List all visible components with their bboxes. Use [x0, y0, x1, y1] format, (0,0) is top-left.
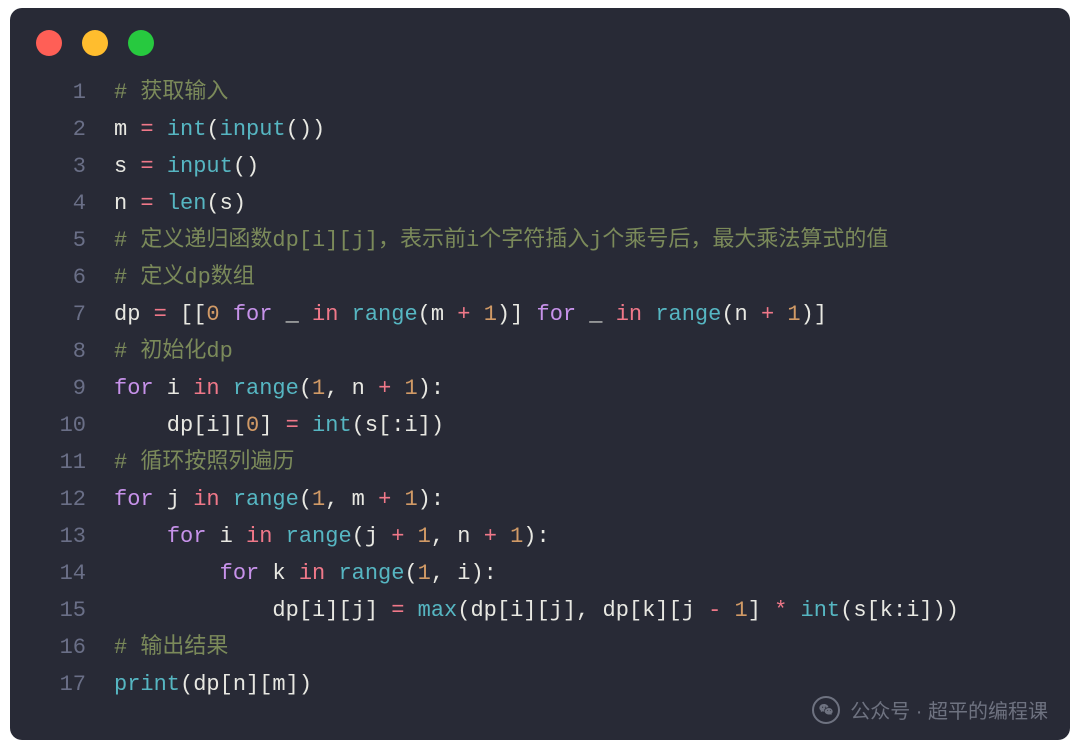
code-line: 13 for i in range(j + 1, n + 1): [38, 518, 1044, 555]
code-content: dp[i][0] = int(s[:i]) [114, 407, 1044, 444]
line-number: 10 [38, 407, 86, 444]
code-line: 1 # 获取输入 [38, 74, 1044, 111]
code-line: 15 dp[i][j] = max(dp[i][j], dp[k][j - 1]… [38, 592, 1044, 629]
watermark: 公众号 · 超平的编程课 [812, 695, 1048, 724]
window-titlebar [10, 8, 1070, 74]
code-line: 11 # 循环按照列遍历 [38, 444, 1044, 481]
code-line: 2 m = int(input()) [38, 111, 1044, 148]
code-content: n = len(s) [114, 185, 1044, 222]
line-number: 5 [38, 222, 86, 259]
code-content: for k in range(1, i): [114, 555, 1044, 592]
watermark-label: 公众号 · 超平的编程课 [850, 695, 1048, 724]
code-window: 1 # 获取输入 2 m = int(input()) 3 s = input() 4 n =… [10, 8, 1070, 740]
code-content: # 输出结果 [114, 629, 1044, 666]
line-number: 7 [38, 296, 86, 333]
minimize-icon[interactable] [82, 30, 108, 56]
code-content: # 定义dp数组 [114, 259, 1044, 296]
code-content: # 获取输入 [114, 74, 1044, 111]
line-number: 14 [38, 555, 86, 592]
code-line: 9 for i in range(1, n + 1): [38, 370, 1044, 407]
line-number: 16 [38, 629, 86, 666]
code-content: dp[i][j] = max(dp[i][j], dp[k][j - 1] * … [114, 592, 1044, 629]
code-line: 10 dp[i][0] = int(s[:i]) [38, 407, 1044, 444]
line-number: 17 [38, 666, 86, 703]
line-number: 4 [38, 185, 86, 222]
code-content: for j in range(1, m + 1): [114, 481, 1044, 518]
line-number: 15 [38, 592, 86, 629]
line-number: 1 [38, 74, 86, 111]
code-line: 8 # 初始化dp [38, 333, 1044, 370]
code-content: for i in range(j + 1, n + 1): [114, 518, 1044, 555]
code-line: 16 # 输出结果 [38, 629, 1044, 666]
code-content: # 初始化dp [114, 333, 1044, 370]
code-content: # 定义递归函数dp[i][j]，表示前i个字符插入j个乘号后，最大乘法算式的值 [114, 222, 1044, 259]
code-content: m = int(input()) [114, 111, 1044, 148]
line-number: 11 [38, 444, 86, 481]
wechat-icon [812, 696, 840, 724]
code-line: 7 dp = [[0 for _ in range(m + 1)] for _ i… [38, 296, 1044, 333]
zoom-icon[interactable] [128, 30, 154, 56]
code-line: 14 for k in range(1, i): [38, 555, 1044, 592]
line-number: 13 [38, 518, 86, 555]
code-content: # 循环按照列遍历 [114, 444, 1044, 481]
code-content: dp = [[0 for _ in range(m + 1)] for _ in… [114, 296, 1044, 333]
code-block: 1 # 获取输入 2 m = int(input()) 3 s = input() 4 n =… [10, 74, 1070, 723]
close-icon[interactable] [36, 30, 62, 56]
code-line: 3 s = input() [38, 148, 1044, 185]
code-line: 12 for j in range(1, m + 1): [38, 481, 1044, 518]
code-content: s = input() [114, 148, 1044, 185]
code-line: 5 # 定义递归函数dp[i][j]，表示前i个字符插入j个乘号后，最大乘法算式的… [38, 222, 1044, 259]
line-number: 2 [38, 111, 86, 148]
code-content: for i in range(1, n + 1): [114, 370, 1044, 407]
line-number: 6 [38, 259, 86, 296]
line-number: 12 [38, 481, 86, 518]
line-number: 8 [38, 333, 86, 370]
line-number: 3 [38, 148, 86, 185]
code-line: 4 n = len(s) [38, 185, 1044, 222]
line-number: 9 [38, 370, 86, 407]
code-line: 6 # 定义dp数组 [38, 259, 1044, 296]
